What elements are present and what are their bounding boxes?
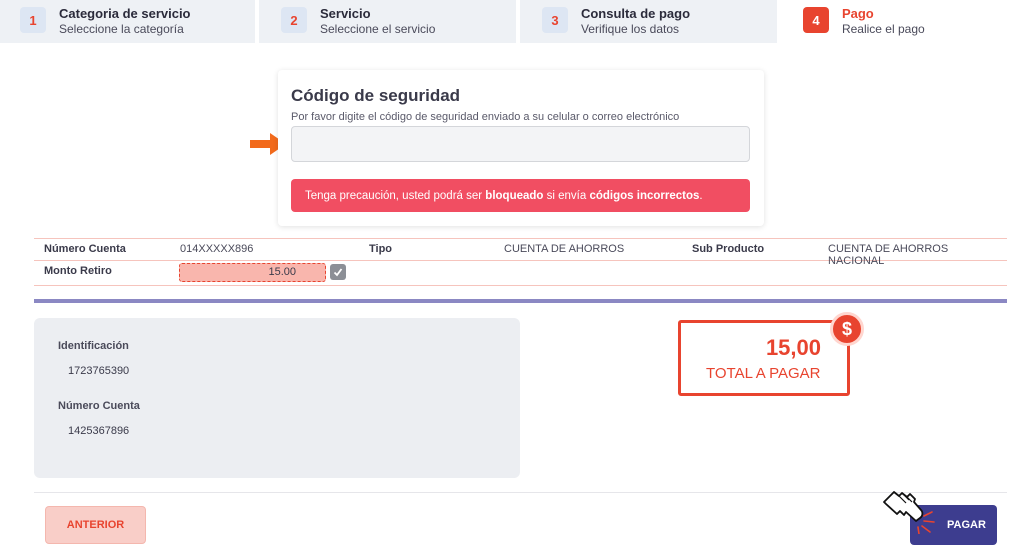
step-subtitle: Realice el pago [841, 22, 925, 36]
dollar-icon: $ [830, 312, 864, 346]
sub-producto-label: Sub Producto [692, 243, 765, 255]
warning-alert: Tenga precaución, usted podrá ser bloque… [291, 179, 750, 212]
account-info-band: Número Cuenta 014XXXXX896 Tipo CUENTA DE… [34, 238, 1007, 286]
numero-cuenta-label: Número Cuenta [58, 400, 140, 412]
step-number: 4 [802, 7, 829, 33]
security-code-description: Por favor digite el código de seguridad … [291, 111, 680, 123]
sub-producto-value: CUENTA DE AHORROS NACIONAL [828, 243, 949, 267]
step-title: Consulta de pago [580, 6, 691, 21]
step-text: Categoria de servicio Seleccione la cate… [59, 7, 191, 38]
step-categoria[interactable]: 1 Categoria de servicio Seleccione la ca… [0, 0, 255, 43]
section-separator [34, 299, 1007, 303]
step-text: Pago Realice el pago [842, 7, 925, 38]
step-consulta-de-pago[interactable]: 3 Consulta de pago Verifique los datos [519, 0, 777, 43]
step-subtitle: Seleccione la categoría [59, 22, 184, 36]
step-text: Servicio Seleccione el servicio [320, 7, 435, 38]
step-pago[interactable]: 4 Pago Realice el pago [780, 0, 1024, 43]
total-amount: 15,00 [765, 335, 821, 360]
step-title: Pago [841, 6, 874, 21]
tipo-value: CUENTA DE AHORROS [504, 243, 625, 255]
identificacion-value: 1723765390 [68, 365, 130, 377]
step-title: Categoria de servicio [59, 6, 191, 21]
step-text: Consulta de pago Verifique los datos [581, 7, 690, 38]
tipo-label: Tipo [369, 243, 393, 255]
identificacion-label: Identificación [58, 340, 129, 352]
numero-cuenta-label: Número Cuenta [44, 243, 126, 255]
step-subtitle: Verifique los datos [580, 22, 680, 36]
check-icon[interactable] [330, 264, 346, 280]
footer-divider [34, 492, 1007, 493]
step-number: 3 [541, 7, 568, 33]
step-number: 1 [20, 7, 46, 33]
step-number: 2 [280, 7, 307, 33]
step-title: Servicio [319, 6, 371, 21]
stepper: 1 Categoria de servicio Seleccione la ca… [0, 0, 1024, 43]
monto-retiro-input[interactable]: 15.00 [179, 263, 326, 282]
security-code-card: Código de seguridad Por favor digite el … [278, 70, 764, 226]
step-subtitle: Seleccione el servicio [319, 22, 436, 36]
total-box: 15,00 TOTAL A PAGAR [678, 320, 850, 396]
details-panel: Identificación 1723765390 Número Cuenta … [34, 318, 520, 478]
step-servicio[interactable]: 2 Servicio Seleccione el servicio [258, 0, 516, 43]
anterior-button[interactable]: ANTERIOR [45, 506, 146, 544]
total-label: TOTAL A PAGAR [706, 365, 821, 382]
monto-retiro-label: Monto Retiro [44, 265, 112, 277]
security-code-title: Código de seguridad [291, 86, 461, 105]
alert-text: Tenga precaución, usted podrá ser bloque… [305, 189, 703, 202]
hand-pointer-icon [883, 491, 935, 534]
numero-cuenta-value: 014XXXXX896 [180, 243, 254, 255]
security-code-input[interactable] [291, 126, 750, 162]
numero-cuenta-value: 1425367896 [68, 425, 130, 437]
